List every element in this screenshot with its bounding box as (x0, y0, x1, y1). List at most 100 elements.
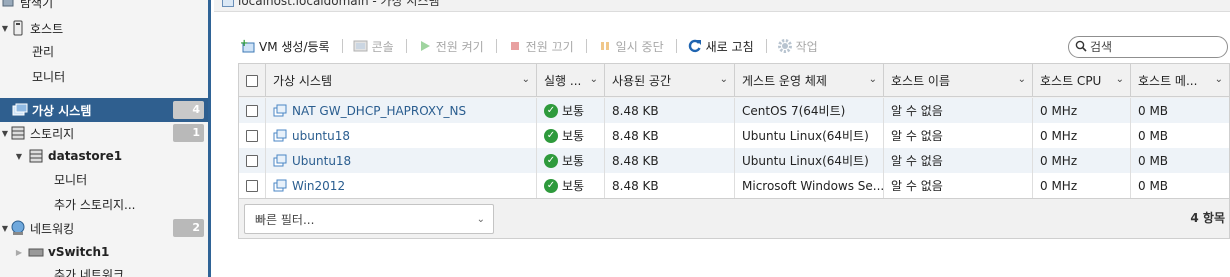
column-label: 사용된 공간 (612, 74, 672, 88)
expand-caret-icon[interactable]: ▼ (14, 152, 24, 161)
sidebar-item-label: 호스트 (30, 21, 64, 36)
chevron-down-icon[interactable]: ⌄ (1116, 74, 1124, 85)
vm-icon (12, 102, 28, 118)
power-off-button[interactable]: 전원 끄기 (507, 38, 574, 55)
check-circle-icon: ✓ (544, 178, 558, 193)
guest-os-cell: Microsoft Windows Se... (735, 173, 884, 198)
chevron-down-icon[interactable]: ⌄ (1018, 74, 1026, 85)
table-row[interactable]: Ubuntu18 ✓ 보통 8.48 KB Ubuntu Linux(64비트) … (239, 148, 1229, 173)
select-all-cell (239, 64, 266, 97)
button-label: 일시 중단 (615, 39, 664, 54)
column-header-used-space[interactable]: 사용된 공간 ⌄ (605, 64, 735, 97)
vm-count-badge: 4 (173, 101, 204, 119)
used-space-cell: 8.48 KB (605, 123, 735, 148)
row-checkbox[interactable] (246, 154, 258, 167)
navigator-icon (0, 0, 16, 10)
state-cell: ✓ 보통 (537, 123, 605, 148)
chevron-down-icon[interactable]: ⌄ (522, 74, 530, 85)
chevron-down-icon[interactable]: ⌄ (477, 214, 485, 225)
row-checkbox[interactable] (246, 129, 258, 142)
vswitch-icon (28, 244, 44, 260)
sidebar-item-host[interactable]: ▼ 호스트 (0, 16, 208, 40)
vm-name-link[interactable]: NAT GW_DHCP_HAPROXY_NS (292, 104, 466, 118)
expand-caret-icon[interactable]: ▶ (14, 248, 24, 257)
sidebar-item-networking[interactable]: ▼ 네트워킹 2 (0, 216, 208, 240)
vm-grid: 가상 시스템 ⌄ 실행 ... ⌄ 사용된 공간 ⌄ 게스트 운영 체제 ⌄ 호… (238, 63, 1230, 239)
button-label: 작업 (795, 39, 818, 54)
grid-footer: 빠른 필터... ⌄ 4 항목 (239, 198, 1229, 238)
host-cpu-cell: 0 MHz (1033, 98, 1131, 123)
guest-os-cell: Ubuntu Linux(64비트) (735, 123, 884, 148)
sidebar-item-virtual-machines[interactable]: 가상 시스템 4 (0, 98, 208, 122)
column-header-vm[interactable]: 가상 시스템 ⌄ (266, 64, 537, 97)
host-name-cell: 알 수 없음 (884, 173, 1033, 198)
sidebar-item-label: 네트워킹 (30, 221, 75, 236)
column-label: 가상 시스템 (273, 74, 333, 88)
create-register-vm-button[interactable]: + VM 생성/등록 (240, 38, 330, 55)
sidebar-item-storage-monitor[interactable]: 모니터 (0, 167, 208, 191)
table-row[interactable]: ubuntu18 ✓ 보통 8.48 KB Ubuntu Linux(64비트) … (239, 123, 1229, 148)
power-on-button[interactable]: 전원 켜기 (417, 38, 484, 55)
actions-button[interactable]: 작업 (777, 38, 818, 55)
column-header-host-name[interactable]: 호스트 이름 ⌄ (884, 64, 1033, 97)
table-row[interactable]: NAT GW_DHCP_HAPROXY_NS ✓ 보통 8.48 KB CentO… (239, 98, 1229, 123)
sidebar-item-label: 관리 (32, 44, 55, 59)
suspend-button[interactable]: 일시 중단 (597, 38, 664, 55)
console-button[interactable]: 콘솔 (353, 38, 394, 55)
search-box[interactable] (1068, 36, 1228, 58)
column-header-state[interactable]: 실행 ... ⌄ (537, 64, 605, 97)
guest-os-cell: CentOS 7(64비트) (735, 98, 884, 123)
sidebar-item-manage[interactable]: 관리 (0, 39, 208, 63)
vm-name-cell: NAT GW_DHCP_HAPROXY_NS (266, 98, 537, 123)
button-label: VM 생성/등록 (259, 39, 330, 54)
expand-caret-icon[interactable]: ▼ (0, 24, 10, 33)
column-label: 호스트 메... (1138, 74, 1198, 88)
table-row[interactable]: Win2012 ✓ 보통 8.48 KB Microsoft Windows Se… (239, 173, 1229, 198)
toolbar-separator (341, 39, 343, 53)
chevron-down-icon[interactable]: ⌄ (869, 74, 877, 85)
chevron-down-icon[interactable]: ⌄ (720, 74, 728, 85)
svg-text:+: + (240, 38, 248, 49)
vm-name-link[interactable]: ubuntu18 (292, 129, 350, 143)
sidebar-item-vswitch1[interactable]: ▶ vSwitch1 (0, 240, 208, 264)
chevron-down-icon[interactable]: ⌄ (590, 74, 598, 85)
column-label: 호스트 CPU (1040, 74, 1102, 88)
toolbar-separator (495, 39, 497, 53)
row-select-cell (239, 148, 266, 173)
storage-count-badge: 1 (173, 124, 204, 142)
sidebar-item-datastore1[interactable]: ▼ datastore1 (0, 144, 208, 168)
column-header-guest-os[interactable]: 게스트 운영 체제 ⌄ (735, 64, 884, 97)
button-label: 콘솔 (371, 39, 394, 54)
vm-name-link[interactable]: Ubuntu18 (292, 154, 351, 168)
vm-name-link[interactable]: Win2012 (292, 179, 345, 193)
quick-filter-select[interactable]: 빠른 필터... ⌄ (244, 204, 494, 234)
grid-header: 가상 시스템 ⌄ 실행 ... ⌄ 사용된 공간 ⌄ 게스트 운영 체제 ⌄ 호… (239, 64, 1229, 97)
select-all-checkbox[interactable] (246, 74, 258, 87)
sidebar-item-label: 추가 네트워크... (54, 267, 136, 277)
quick-filter-label: 빠른 필터... (255, 212, 315, 227)
console-icon (353, 38, 369, 54)
esxi-host-client: 탐색기 ▼ 호스트 관리 모니터 가상 시스템 4 ▼ 스토리지 1 ▼ dat… (0, 0, 1230, 277)
row-checkbox[interactable] (246, 104, 258, 117)
refresh-button[interactable]: 새로 고침 (687, 38, 754, 55)
sidebar-item-monitor[interactable]: 모니터 (0, 64, 208, 88)
sidebar-item-more-networking[interactable]: 추가 네트워크... (0, 262, 208, 277)
vm-icon (222, 0, 234, 7)
status-text: 보통 (562, 104, 585, 118)
play-icon (417, 38, 433, 54)
state-cell: ✓ 보통 (537, 98, 605, 123)
host-memory-cell: 0 MB (1138, 178, 1169, 193)
column-header-host-memory[interactable]: 호스트 메... ⌄ (1131, 64, 1229, 97)
sidebar-item-more-storage[interactable]: 추가 스토리지... (0, 192, 208, 216)
search-input[interactable] (1090, 40, 1220, 54)
chevron-down-icon[interactable]: ⌄ (1215, 74, 1223, 85)
panel-titlebar: localhost.localdomain - 가상 시스템 (214, 0, 1230, 12)
row-checkbox[interactable] (246, 179, 258, 192)
check-circle-icon: ✓ (544, 103, 558, 118)
expand-caret-icon[interactable]: ▼ (0, 129, 10, 138)
expand-caret-icon[interactable]: ▼ (0, 224, 10, 233)
column-header-host-cpu[interactable]: 호스트 CPU ⌄ (1033, 64, 1131, 97)
column-label: 호스트 이름 (891, 74, 951, 88)
column-label: 게스트 운영 체제 (742, 74, 827, 88)
sidebar-item-storage[interactable]: ▼ 스토리지 1 (0, 121, 208, 145)
